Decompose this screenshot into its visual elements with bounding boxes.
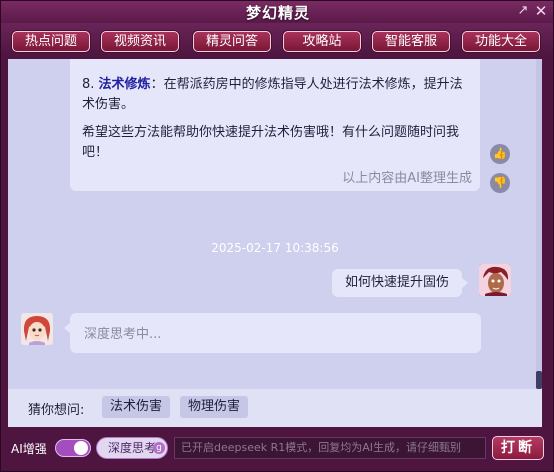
- sprite-avatar: [21, 313, 53, 345]
- suggestion-bar: 猜你想问: 法术伤害 物理伤害: [8, 389, 542, 427]
- interrupt-button[interactable]: 打断: [492, 436, 544, 460]
- ai-message-closing: 希望这些方法能帮助你快速提升法术伤害哦！有什么问题随时问我吧！: [82, 125, 460, 160]
- nav-video-news[interactable]: 视频资讯: [101, 31, 179, 52]
- window-title: 梦幻精灵: [245, 4, 310, 22]
- chat-input[interactable]: 已开启deepseek R1模式，回复均为AI生成，请仔细甄别: [174, 437, 486, 459]
- ai-enhance-toggle[interactable]: [55, 439, 91, 457]
- chat-scrollbar[interactable]: [536, 59, 542, 389]
- nav-guides[interactable]: 攻略站: [283, 31, 361, 52]
- nav-smart-service[interactable]: 智能客服: [372, 31, 450, 52]
- title-bar: 梦幻精灵 ↗ ✕: [1, 1, 554, 23]
- deep-think-button[interactable]: 深度思考 g: [96, 437, 168, 459]
- app-window: 梦幻精灵 ↗ ✕ 热点问题 视频资讯 精灵问答 攻略站 智能客服 功能大全 8.…: [0, 0, 554, 472]
- chat-area: 8. 法术修炼：在帮派药房中的修炼指导人处进行法术修炼，提升法术伤害。 希望这些…: [8, 59, 542, 389]
- scrollbar-thumb[interactable]: [536, 371, 542, 389]
- thinking-bubble: 深度思考中...: [64, 313, 481, 353]
- thumbs-up-icon[interactable]: 👍: [490, 144, 510, 164]
- user-avatar: [479, 264, 511, 296]
- restore-icon[interactable]: ↗: [515, 3, 531, 19]
- user-avatar-image: [479, 264, 511, 296]
- nav-features[interactable]: 功能大全: [462, 31, 540, 52]
- suggestion-label: 猜你想问:: [28, 403, 85, 418]
- ai-message-bubble: 8. 法术修炼：在帮派药房中的修炼指导人处进行法术修炼，提升法术伤害。 希望这些…: [70, 59, 480, 191]
- input-bar: AI增强 深度思考 g 已开启deepseek R1模式，回复均为AI生成，请仔细…: [8, 433, 548, 463]
- user-message-bubble: 如何快速提升固伤: [332, 269, 468, 297]
- toggle-knob: [74, 441, 88, 455]
- ai-generated-note: 以上内容由AI整理生成: [342, 171, 472, 186]
- message-timestamp: 2025-02-17 10:38:56: [211, 241, 339, 255]
- deepseek-icon: g: [153, 442, 165, 454]
- thinking-text: 深度思考中...: [84, 327, 162, 342]
- close-icon[interactable]: ✕: [533, 3, 549, 19]
- sprite-avatar-image: [21, 313, 53, 345]
- suggestion-chip[interactable]: 物理伤害: [180, 396, 248, 418]
- thumbs-down-icon[interactable]: 👎: [490, 173, 510, 193]
- nav-hot-questions[interactable]: 热点问题: [12, 31, 90, 52]
- item-prefix: 8.: [82, 77, 99, 92]
- deep-think-label: 深度思考: [107, 441, 156, 455]
- nav-sprite-qa[interactable]: 精灵问答: [193, 31, 271, 52]
- ai-enhance-label: AI增强: [11, 442, 47, 456]
- ai-message-item: 8. 法术修炼：在帮派药房中的修炼指导人处进行法术修炼，提升法术伤害。: [82, 75, 474, 115]
- item-highlight-link[interactable]: 法术修炼: [99, 77, 151, 92]
- suggestion-chip[interactable]: 法术伤害: [102, 396, 170, 418]
